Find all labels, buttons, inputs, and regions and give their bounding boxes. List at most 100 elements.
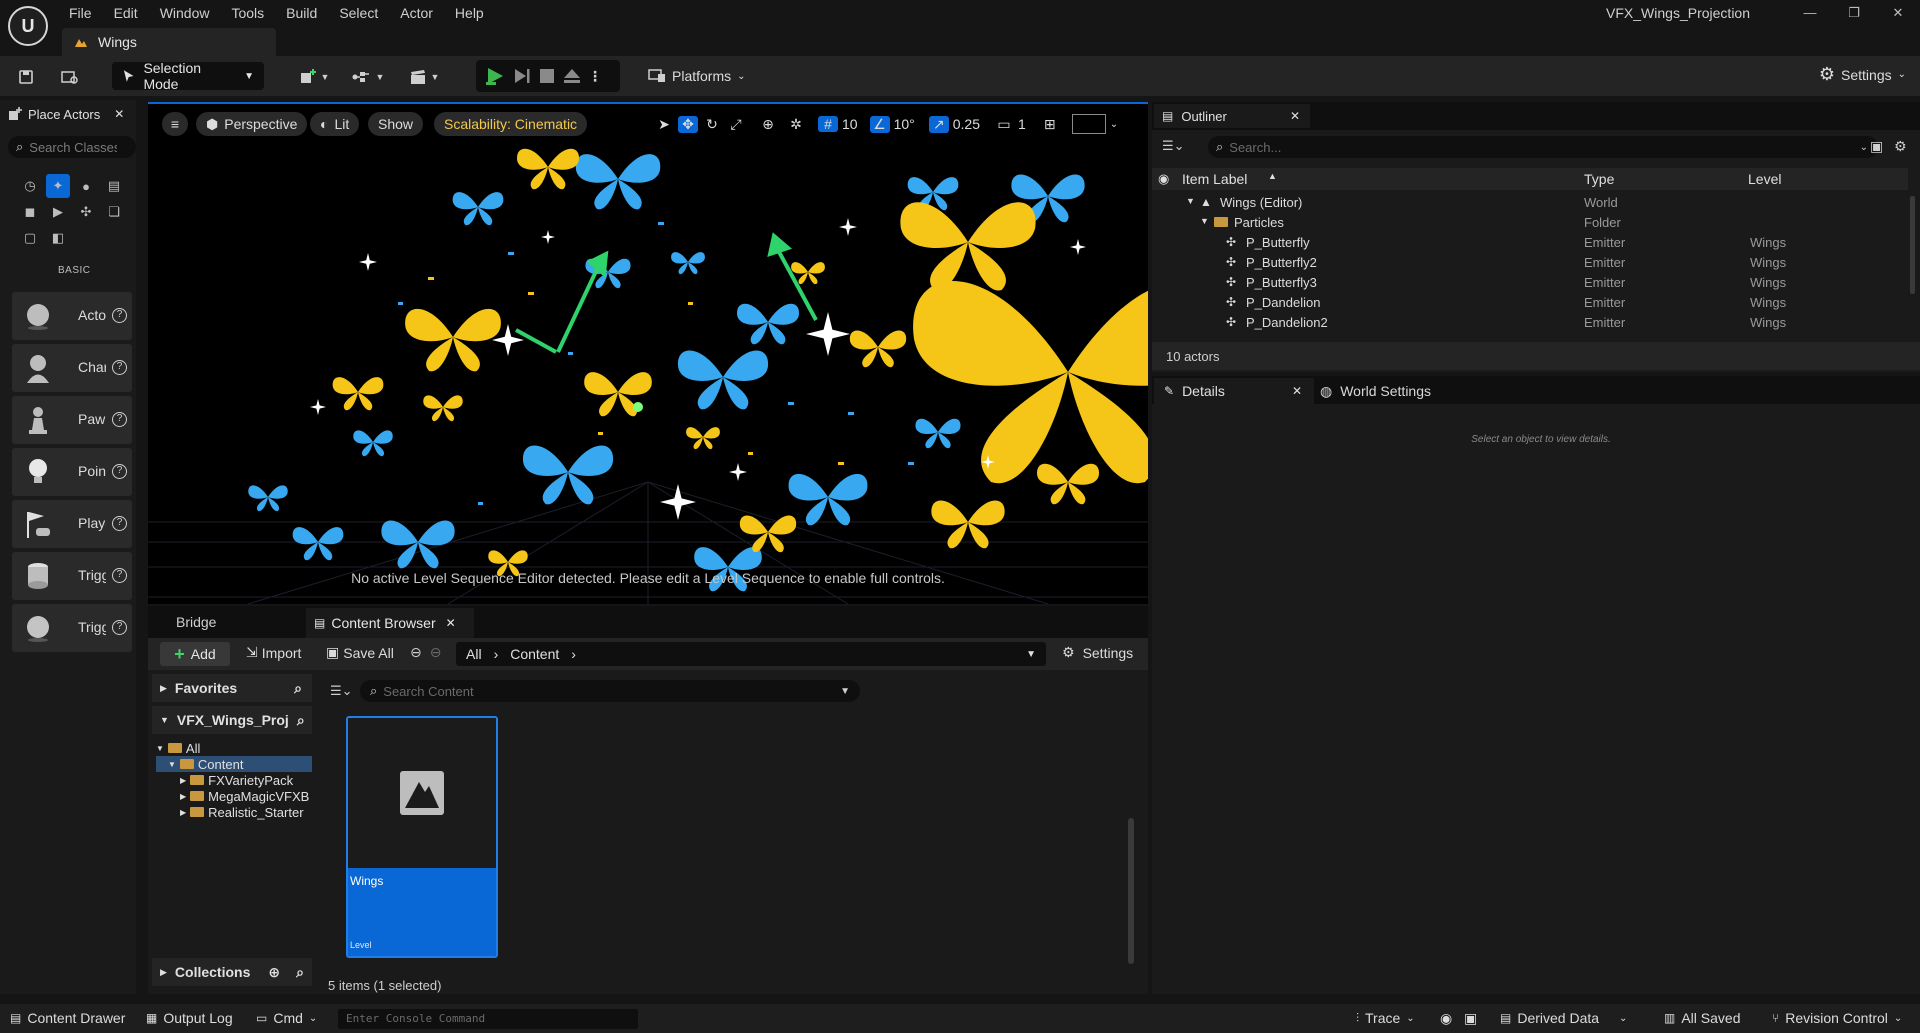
actor-item-player-start[interactable]: Player Start ? <box>12 500 132 548</box>
gear-icon[interactable]: ⚙ <box>1894 138 1907 155</box>
breadcrumb-content[interactable]: Content <box>510 646 559 662</box>
world-settings-tab[interactable]: ◍ World Settings <box>1320 378 1431 404</box>
save-all-button[interactable]: ▣ Save All <box>326 644 394 661</box>
camera-speed-value[interactable]: 1 <box>1018 116 1026 132</box>
basic-category-icon[interactable]: ✦ <box>46 174 70 198</box>
search-icon[interactable]: ⌕ <box>294 680 302 697</box>
details-tab[interactable]: ✎ Details ✕ <box>1154 378 1314 404</box>
camera-speed-icon[interactable]: ▭ <box>994 116 1014 133</box>
outliner-row[interactable]: ✣ P_Butterfly2 Emitter Wings <box>1152 253 1908 273</box>
cinematic-icon[interactable]: ▤ <box>102 174 126 198</box>
scale-snap-value[interactable]: 0.25 <box>953 116 980 132</box>
play-icon[interactable] <box>484 66 506 86</box>
help-icon[interactable]: ? <box>112 620 127 635</box>
close-icon[interactable]: ✕ <box>446 616 456 630</box>
chevron-down-icon[interactable]: ⌄ <box>1110 119 1118 130</box>
maximize-viewport-icon[interactable]: ⊞ <box>1040 116 1060 133</box>
restore-icon[interactable]: ❐ <box>1832 0 1876 26</box>
menu-select[interactable]: Select <box>328 2 389 24</box>
outliner-row[interactable]: ▼ ▲ Wings (Editor) World <box>1152 193 1908 213</box>
actor-item-point-light[interactable]: Point Light ? <box>12 448 132 496</box>
menu-actor[interactable]: Actor <box>389 2 444 24</box>
outliner-scrollbar[interactable] <box>1910 196 1915 294</box>
layout-icon[interactable] <box>1071 114 1106 134</box>
tree-item-content[interactable]: ▼ Content <box>156 756 312 772</box>
lit-dropdown[interactable]: ◐ Lit <box>310 112 360 136</box>
help-icon[interactable]: ? <box>112 464 127 479</box>
favorites-header[interactable]: ▶ Favorites ⌕ <box>152 674 312 702</box>
forward-icon[interactable]: ⊖ <box>430 644 442 661</box>
menu-build[interactable]: Build <box>275 2 328 24</box>
tree-item-megamagicvfx[interactable]: ▶ MegaMagicVFXB <box>156 788 312 804</box>
visibility-icon[interactable]: ◉ <box>1158 171 1169 187</box>
asset-tile[interactable]: Wings Level <box>346 716 498 958</box>
select-tool-icon[interactable]: ➤ <box>654 116 674 133</box>
outliner-row[interactable]: ✣ P_Butterfly3 Emitter Wings <box>1152 273 1908 293</box>
back-icon[interactable]: ⊖ <box>410 644 422 661</box>
tab-content-browser[interactable]: ▤ Content Browser ✕ <box>306 608 474 638</box>
filter-icon[interactable]: ☰⌄ <box>330 683 360 699</box>
tree-item-all[interactable]: ▼ All <box>156 740 312 756</box>
materials-icon[interactable]: ◧ <box>46 226 70 250</box>
minimize-icon[interactable]: — <box>1788 0 1832 26</box>
help-icon[interactable]: ? <box>112 568 127 583</box>
filter-icon[interactable]: ☰⌄ <box>1162 138 1185 154</box>
revision-control-dropdown[interactable]: ⑂ Revision Control ⌄ <box>1772 1010 1902 1026</box>
column-level[interactable]: Level <box>1748 171 1781 187</box>
platforms-dropdown[interactable]: Platforms ⌄ <box>648 62 746 90</box>
grid-snap-value[interactable]: 10 <box>842 116 858 132</box>
recent-icon[interactable]: ◷ <box>18 174 42 198</box>
output-log-button[interactable]: ▦ Output Log <box>146 1010 233 1026</box>
add-collection-icon[interactable]: ⊕ <box>268 964 280 981</box>
volumes-icon[interactable]: ✣ <box>74 200 98 224</box>
column-type[interactable]: Type <box>1584 171 1614 187</box>
scalability-dropdown[interactable]: Scalability: Cinematic <box>434 112 588 136</box>
collections-header[interactable]: ▶ Collections ⊕ ⌕ <box>152 958 312 986</box>
show-dropdown[interactable]: Show <box>368 112 424 136</box>
actor-item-actor[interactable]: Actor ? <box>12 292 132 340</box>
place-actors-tab[interactable]: Place Actors ✕ <box>0 100 136 128</box>
cmd-dropdown[interactable]: ▭ Cmd ⌄ <box>256 1010 317 1026</box>
cinematics-button[interactable]: ▼ <box>404 62 444 92</box>
level-viewport[interactable] <box>148 102 1148 604</box>
search-icon[interactable]: ⌕ <box>297 712 305 729</box>
help-icon[interactable]: ? <box>112 308 127 323</box>
actor-item-trigger-sphere[interactable]: Trigger Sphere ? <box>12 604 132 652</box>
shapes-icon[interactable]: ▢ <box>18 226 42 250</box>
step-icon[interactable] <box>512 67 532 85</box>
cb-settings-button[interactable]: ⚙ Settings <box>1062 644 1133 661</box>
screenshot-button[interactable]: ▣ <box>1464 1010 1477 1027</box>
translate-tool-icon[interactable]: ✥ <box>678 115 698 133</box>
add-button[interactable]: + Add <box>160 642 230 666</box>
asset-view-scrollbar[interactable] <box>1128 818 1134 964</box>
import-button[interactable]: ⇲ Import <box>246 644 301 661</box>
derived-data-dropdown[interactable]: ▤ Derived Data ⌄ <box>1500 1010 1627 1026</box>
outliner-row[interactable]: ✣ P_Dandelion Emitter Wings <box>1152 293 1908 313</box>
rotation-snap-icon[interactable]: ∠ <box>869 115 890 133</box>
menu-tools[interactable]: Tools <box>220 2 275 24</box>
tree-item-fxvarietypack[interactable]: ▶ FXVarietyPack <box>156 772 312 788</box>
tree-item-realistic-starter[interactable]: ▶ Realistic_Starter <box>156 804 312 820</box>
eject-icon[interactable] <box>562 67 582 85</box>
project-header[interactable]: ▼ VFX_Wings_Proj ⌕ <box>152 706 312 734</box>
lights-icon[interactable]: ● <box>74 174 98 198</box>
unreal-logo-icon[interactable]: U <box>8 6 48 46</box>
actor-item-character[interactable]: Character ? <box>12 344 132 392</box>
actor-item-pawn[interactable]: Pawn ? <box>12 396 132 444</box>
menu-edit[interactable]: Edit <box>103 2 149 24</box>
selection-mode-dropdown[interactable]: Selection Mode ▼ <box>112 60 264 92</box>
close-icon[interactable]: ✕ <box>1290 109 1300 123</box>
menu-help[interactable]: Help <box>444 2 495 24</box>
trace-dropdown[interactable]: ⫶ Trace ⌄ <box>1356 1010 1415 1026</box>
geometry-icon[interactable]: ▶ <box>46 200 70 224</box>
save-icon[interactable] <box>14 62 38 92</box>
menu-window[interactable]: Window <box>149 2 221 24</box>
column-item-label[interactable]: Item Label <box>1182 171 1247 187</box>
close-icon[interactable]: ✕ <box>1876 0 1920 26</box>
help-icon[interactable]: ? <box>112 360 127 375</box>
viewport-menu-button[interactable]: ≡ <box>162 112 188 136</box>
outliner-search-input[interactable]: ⌕ Search... ⌄ <box>1208 136 1878 158</box>
outliner-row[interactable]: ▼ Particles Folder <box>1152 213 1908 233</box>
stop-icon[interactable] <box>538 67 556 85</box>
outliner-row[interactable]: ✣ P_Butterfly Emitter Wings <box>1152 233 1908 253</box>
